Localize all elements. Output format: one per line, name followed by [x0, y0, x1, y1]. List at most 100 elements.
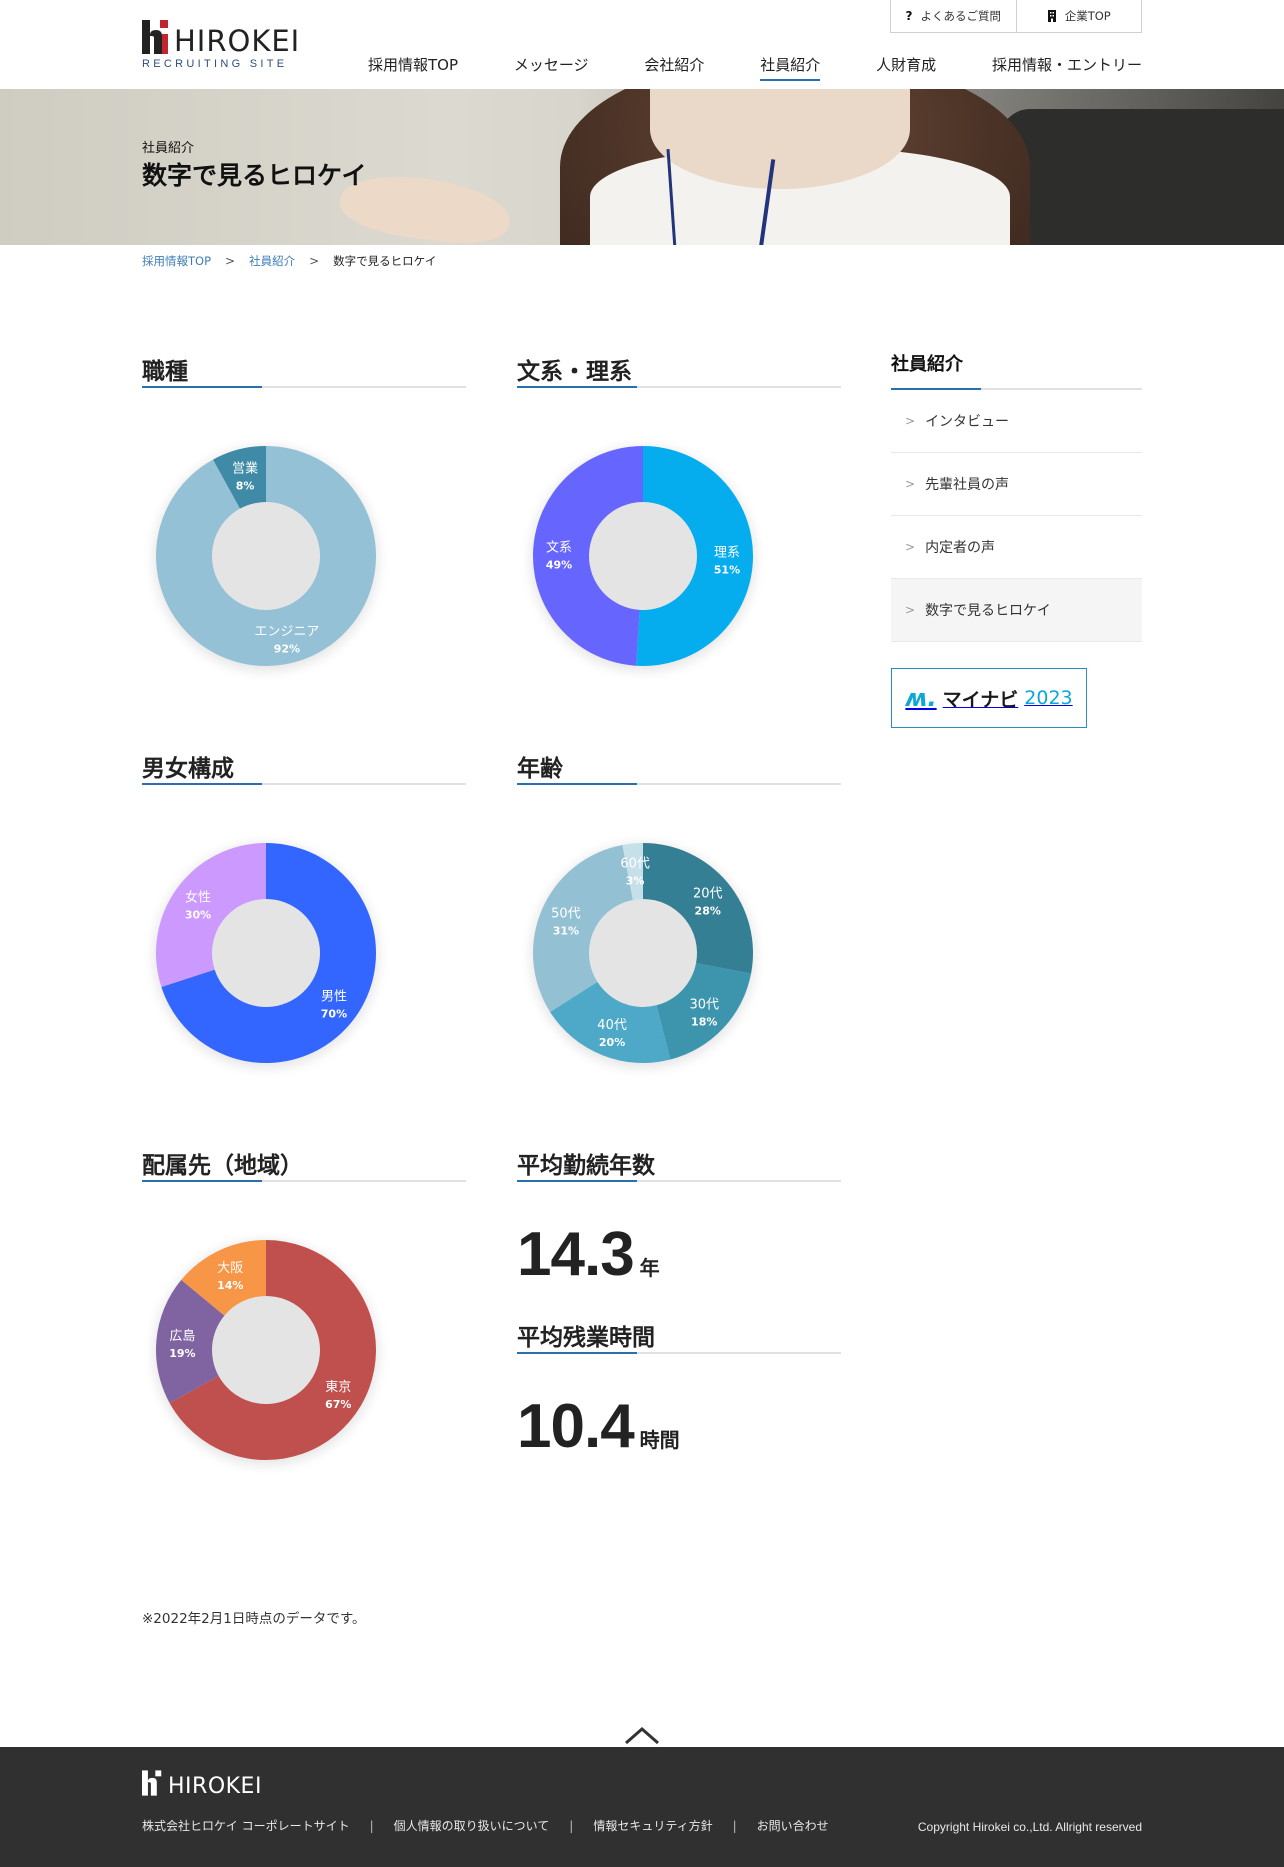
utility-links: ? よくあるご質問 企業TOP [890, 0, 1142, 33]
sidebar-menu: > インタビュー > 先輩社員の声 > 内定者の声 > 数字で見るヒロケイ [891, 390, 1142, 642]
chevron-right-icon: > [309, 254, 320, 268]
donut-chart-job: エンジニア 92% 営業 8% [146, 426, 386, 686]
chevron-right-icon: > [905, 414, 916, 428]
footer-logo-wordmark: HIROKEI [168, 1774, 262, 1799]
stat-overtime: 10.4 時間 [517, 1396, 680, 1458]
section-divider [517, 783, 841, 785]
nav-recruit-top[interactable]: 採用情報TOP [368, 54, 458, 79]
logo-wordmark: HIROKEI [174, 24, 301, 58]
footer-separator: | [569, 1818, 574, 1833]
sidebar-item-offer-voices[interactable]: > 内定者の声 [891, 516, 1142, 579]
donut-slice-label: 50代 [551, 907, 581, 922]
donut-slice-label: 東京 [325, 1379, 351, 1395]
donut-slice-value: 19% [169, 1347, 195, 1360]
breadcrumb-current: 数字で見るヒロケイ [333, 254, 437, 268]
section-age: 年齢 [517, 749, 841, 785]
logo-subtitle: RECRUITING SITE [142, 58, 288, 70]
sidebar-title: 社員紹介 [891, 354, 963, 375]
footer-separator: | [732, 1818, 737, 1833]
donut-slice-value: 3% [626, 874, 645, 887]
footer-links: 株式会社ヒロケイ コーポレートサイト | 個人情報の取り扱いについて | 情報セ… [142, 1817, 829, 1834]
donut-slice-value: 14% [217, 1279, 243, 1292]
question-icon: ? [905, 9, 913, 23]
section-region: 配属先（地域） [142, 1146, 466, 1182]
hirokei-logo-mark-icon [142, 20, 168, 54]
nav-staff[interactable]: 社員紹介 [760, 54, 821, 81]
breadcrumb-staff[interactable]: 社員紹介 [249, 253, 295, 269]
section-divider [517, 1352, 841, 1354]
sidebar-item-label: インタビュー [925, 414, 1010, 430]
donut-slice-value: 28% [695, 904, 721, 917]
nav-message[interactable]: メッセージ [514, 54, 589, 79]
section-divider [517, 386, 841, 388]
site-footer: HIROKEI 株式会社ヒロケイ コーポレートサイト | 個人情報の取り扱いにつ… [0, 1747, 1284, 1867]
section-title-region: 配属先（地域） [142, 1153, 303, 1179]
hirokei-logo-mark-icon [142, 1770, 162, 1796]
section-divider [142, 386, 466, 388]
mynavi-2023-banner[interactable]: ʍ. マイナビ 2023 [891, 668, 1087, 728]
nav-entry[interactable]: 採用情報・エントリー [992, 54, 1142, 79]
faq-link[interactable]: ? よくあるご質問 [891, 0, 1016, 32]
footer-link-security[interactable]: 情報セキュリティ方針 [593, 1817, 712, 1834]
section-title-job: 職種 [142, 359, 188, 385]
donut-slice-value: 18% [691, 1016, 717, 1029]
section-divider [142, 783, 466, 785]
donut-chart-age: 20代 28% 30代 18% 40代 20% 50代 31% 60代 3% [523, 823, 763, 1083]
footer-separator: | [369, 1818, 374, 1833]
corporate-top-link-label: 企業TOP [1064, 9, 1111, 23]
back-to-top-icon[interactable] [624, 1725, 660, 1745]
section-overtime: 平均残業時間 [517, 1318, 841, 1354]
nav-training[interactable]: 人財育成 [876, 54, 936, 79]
section-title-age: 年齢 [517, 756, 563, 782]
donut-slice-label: 60代 [620, 856, 650, 871]
donut-slice-label: 30代 [689, 998, 719, 1013]
sidebar-divider [891, 388, 1142, 390]
breadcrumb: 採用情報TOP > 社員紹介 > 数字で見るヒロケイ [142, 253, 436, 269]
footer-link-contact[interactable]: お問い合わせ [757, 1817, 829, 1834]
chevron-right-icon: > [905, 477, 916, 491]
section-gender: 男女構成 [142, 749, 466, 785]
donut-slice-label: エンジニア [254, 624, 319, 639]
section-divider [517, 1180, 841, 1182]
stat-tenure-value: 14.3 [517, 1220, 635, 1289]
donut-slice-value: 92% [274, 642, 300, 655]
donut-svg-job: エンジニア 92% 営業 8% [154, 446, 378, 671]
donut-svg-region: 東京 67% 広島 19% 大阪 14% [154, 1240, 378, 1465]
donut-slice-value: 67% [325, 1398, 351, 1411]
footer-link-corporate[interactable]: 株式会社ヒロケイ コーポレートサイト [142, 1817, 350, 1834]
sidebar: 社員紹介 > インタビュー > 先輩社員の声 > 内定者の声 > 数字で見るヒロ… [891, 350, 1142, 728]
donut-svg-age: 20代 28% 30代 18% 40代 20% 50代 31% 60代 3% [531, 843, 755, 1068]
chevron-right-icon: > [905, 603, 916, 617]
section-tenure: 平均勤続年数 [517, 1146, 841, 1182]
data-note: ※2022年2月1日時点のデータです。 [142, 1611, 366, 1627]
donut-chart-region: 東京 67% 広島 19% 大阪 14% [146, 1220, 386, 1480]
stat-overtime-value: 10.4 [517, 1392, 635, 1461]
donut-svg-gender: 男性 70% 女性 30% [154, 843, 378, 1068]
section-field: 文系・理系 [517, 352, 841, 388]
donut-slice-value: 49% [546, 558, 572, 571]
donut-slice-label: 営業 [232, 461, 258, 477]
chevron-right-icon: > [225, 254, 236, 268]
sidebar-item-label: 先輩社員の声 [925, 477, 1010, 493]
sidebar-item-interview[interactable]: > インタビュー [891, 390, 1142, 453]
donut-slice-label: 40代 [597, 1018, 627, 1033]
nav-company[interactable]: 会社紹介 [644, 54, 704, 79]
footer-logo[interactable]: HIROKEI [142, 1769, 282, 1799]
site-header: HIROKEI RECRUITING SITE ? よくあるご質問 企業TOP … [0, 0, 1284, 89]
chevron-right-icon: > [905, 540, 916, 554]
sidebar-item-label: 内定者の声 [925, 540, 996, 556]
donut-slice-label: 理系 [714, 546, 740, 561]
section-title-gender: 男女構成 [142, 756, 234, 782]
stat-tenure: 14.3 年 [517, 1224, 660, 1286]
site-logo[interactable]: HIROKEI RECRUITING SITE [142, 20, 299, 70]
donut-slice-value: 20% [599, 1036, 625, 1049]
sidebar-item-numbers[interactable]: > 数字で見るヒロケイ [891, 579, 1142, 642]
faq-link-label: よくあるご質問 [920, 9, 1001, 23]
donut-slice-value: 31% [553, 925, 579, 938]
corporate-top-link[interactable]: 企業TOP [1015, 0, 1142, 32]
donut-chart-field: 理系 51% 文系 49% [523, 426, 763, 686]
footer-link-privacy[interactable]: 個人情報の取り扱いについて [394, 1817, 550, 1834]
sidebar-item-senior-voices[interactable]: > 先輩社員の声 [891, 453, 1142, 516]
breadcrumb-recruit-top[interactable]: 採用情報TOP [142, 253, 211, 269]
donut-svg-field: 理系 51% 文系 49% [531, 446, 755, 671]
